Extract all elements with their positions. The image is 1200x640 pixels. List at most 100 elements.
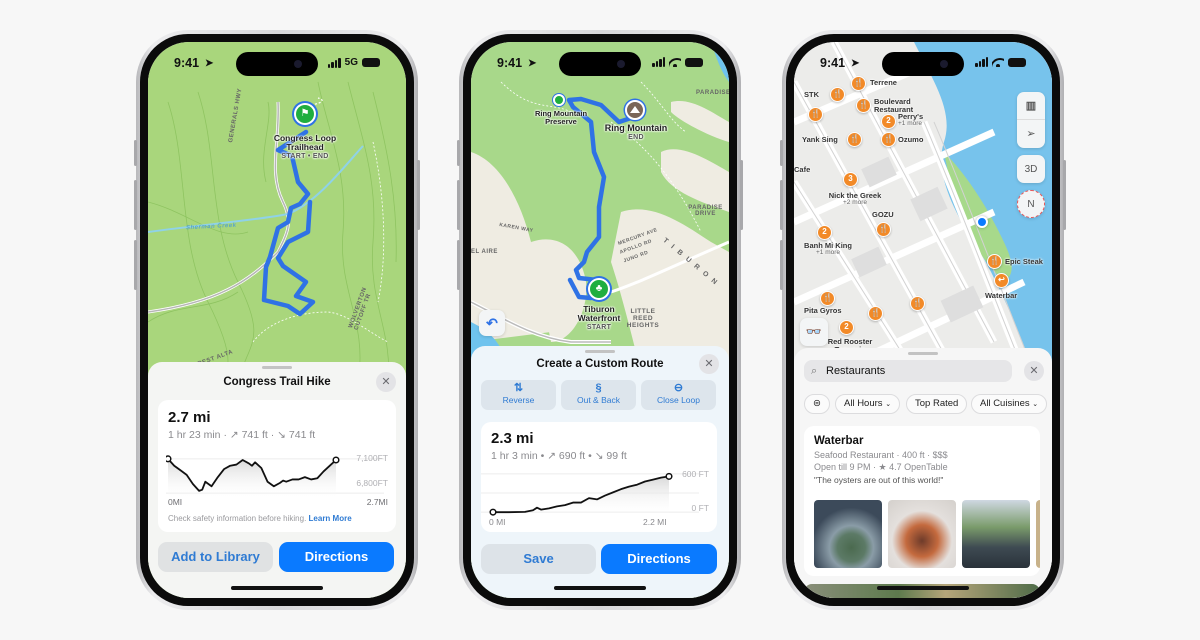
- result-details: Seafood Restaurant · 400 ft · $$$: [814, 450, 948, 460]
- safety-note: Check safety information before hiking. …: [168, 514, 352, 523]
- add-to-library-button[interactable]: Add to Library: [158, 542, 273, 572]
- sheet-grabber[interactable]: [262, 366, 292, 369]
- route-distance: 2.3 mi: [491, 430, 534, 447]
- restaurant-cluster-perrys[interactable]: 2: [881, 114, 896, 129]
- undo-button[interactable]: ↶: [479, 310, 505, 336]
- restaurant-poi-epic-steak[interactable]: 🍴: [987, 254, 1002, 269]
- route-summary-card: 2.3 mi 1 hr 3 min • ↗ 690 ft • ↘ 99 ft 6…: [481, 422, 717, 532]
- waypoint-label: Ring Mountain Preserve: [521, 109, 601, 127]
- mountain-icon: [630, 106, 640, 113]
- wifi-icon: [669, 58, 681, 67]
- location-arrow-icon: ➤: [205, 58, 214, 69]
- volume-button: [780, 140, 783, 166]
- out-and-back-button[interactable]: § Out & Back: [561, 380, 636, 410]
- end-pin[interactable]: [625, 100, 645, 120]
- trailhead-label-line2: Trailhead: [286, 142, 324, 153]
- poi-label: Pita Gyros: [804, 306, 842, 315]
- search-field[interactable]: ⌕ Restaurants: [804, 360, 1012, 382]
- home-indicator: [231, 586, 323, 590]
- restaurant-poi-ozumo[interactable]: 🍴: [881, 132, 896, 147]
- clear-search-button[interactable]: ✕: [1024, 361, 1044, 381]
- filter-all-cuisines[interactable]: All Cuisines ⌄: [971, 394, 1048, 414]
- restaurant-poi[interactable]: 🍴: [868, 306, 883, 321]
- result-photo[interactable]: [962, 500, 1030, 568]
- map-mode-button[interactable]: ▥: [1017, 92, 1045, 120]
- volume-button: [457, 140, 460, 166]
- poi-label: Yank Sing: [802, 135, 838, 144]
- close-icon: ✕: [381, 376, 391, 388]
- signal-icon: [327, 57, 341, 68]
- out-and-back-label: Out & Back: [577, 395, 620, 405]
- filter-all-hours[interactable]: All Hours ⌄: [835, 394, 901, 414]
- side-button: [740, 160, 743, 230]
- poi-label: Ozumo: [898, 135, 924, 144]
- poi-more: +1 more: [815, 248, 841, 256]
- waypoint-label-line2: Preserve: [545, 117, 577, 127]
- end-label-title: Ring Mountain: [604, 123, 668, 133]
- result-photo[interactable]: [888, 500, 956, 568]
- sheet-title: Congress Trail Hike: [223, 376, 331, 388]
- area-label: PARADISE DRIVE: [688, 205, 723, 217]
- route-meta: 1 hr 23 min · ↗ 741 ft · ↘ 741 ft: [168, 429, 316, 441]
- restaurant-poi[interactable]: 🍴: [808, 107, 823, 122]
- sheet-grabber[interactable]: [908, 352, 938, 355]
- filter-icon: ⊜: [813, 398, 821, 409]
- result-name: Waterbar: [814, 435, 864, 447]
- save-button[interactable]: Save: [481, 544, 596, 574]
- result-card-waterbar[interactable]: Waterbar Seafood Restaurant · 400 ft · $…: [804, 426, 1040, 576]
- sheet-grabber[interactable]: [585, 350, 615, 353]
- reverse-button[interactable]: ⇅ Reverse: [481, 380, 556, 410]
- close-loop-icon: ⊖: [673, 382, 684, 394]
- restaurant-poi-pita-gyros[interactable]: 🍴: [820, 291, 835, 306]
- dynamic-island: [236, 52, 318, 76]
- close-loop-button[interactable]: ⊖ Close Loop: [641, 380, 716, 410]
- poi-label: Epic Steak: [1005, 257, 1043, 266]
- restaurant-poi[interactable]: 🍴: [910, 296, 925, 311]
- location-arrow-icon: ➢: [1026, 128, 1036, 140]
- restaurant-poi-stk[interactable]: 🍴: [830, 87, 845, 102]
- phone-trail-hike: 9:41 ➤ 5G ⚑ Congress Loop Trailhead STAR…: [134, 30, 420, 610]
- close-button[interactable]: ✕: [699, 354, 719, 374]
- directions-button[interactable]: Directions: [601, 544, 717, 574]
- poi-label: Waterbar: [985, 291, 1018, 300]
- filter-top-rated[interactable]: Top Rated: [906, 394, 968, 414]
- restaurant-cluster-red-rooster[interactable]: 2: [839, 320, 854, 335]
- restaurant-cluster-nick-the-greek[interactable]: 3: [843, 172, 858, 187]
- locate-button[interactable]: ➢: [1017, 120, 1045, 148]
- trailhead-label: Congress Loop Trailhead START • END: [260, 133, 350, 160]
- side-button: [1063, 160, 1066, 230]
- trailhead-sign-icon: ⚑: [296, 105, 314, 123]
- close-button[interactable]: ✕: [376, 372, 396, 392]
- poi-label: Terrene: [870, 78, 897, 87]
- poi-label: Cafe: [794, 165, 811, 174]
- filter-options-button[interactable]: ⊜: [804, 394, 830, 414]
- restaurant-poi-waterbar[interactable]: ↩: [994, 273, 1009, 288]
- learn-more-link[interactable]: Learn More: [309, 514, 352, 523]
- volume-button: [457, 180, 460, 230]
- screen: 9:41 ➤: [471, 42, 729, 598]
- restaurant-cluster-banh-mi-king[interactable]: 2: [817, 225, 832, 240]
- 3d-button[interactable]: 3D: [1017, 155, 1045, 183]
- start-pin[interactable]: ♣: [588, 278, 610, 300]
- restaurant-poi-gozu[interactable]: 🍴: [876, 222, 891, 237]
- waypoint-pin[interactable]: [553, 94, 565, 106]
- restaurant-poi-terrene[interactable]: 🍴: [851, 76, 866, 91]
- y-tick-label: 7,100FT: [356, 453, 388, 463]
- volume-button: [457, 240, 460, 290]
- poi-more: +2 more: [842, 198, 868, 206]
- result-photo[interactable]: [1036, 500, 1040, 568]
- route-meta: 1 hr 3 min • ↗ 690 ft • ↘ 99 ft: [491, 450, 627, 462]
- trailhead-pin[interactable]: ⚑: [294, 103, 316, 125]
- restaurant-poi-boulevard[interactable]: 🍴: [856, 98, 871, 113]
- look-around-button[interactable]: 👓: [800, 318, 828, 346]
- battery-icon: [685, 57, 703, 67]
- restaurant-poi-yank-sing[interactable]: 🍴: [847, 132, 862, 147]
- volume-button: [780, 240, 783, 290]
- compass-button[interactable]: N: [1017, 190, 1045, 218]
- sheet-title: Create a Custom Route: [536, 358, 664, 370]
- result-photo[interactable]: [814, 500, 882, 568]
- result-quote: "The oysters are out of this world!": [814, 475, 944, 485]
- start-point-marker: [489, 508, 497, 516]
- network-type: 5G: [344, 57, 358, 68]
- directions-button[interactable]: Directions: [279, 542, 394, 572]
